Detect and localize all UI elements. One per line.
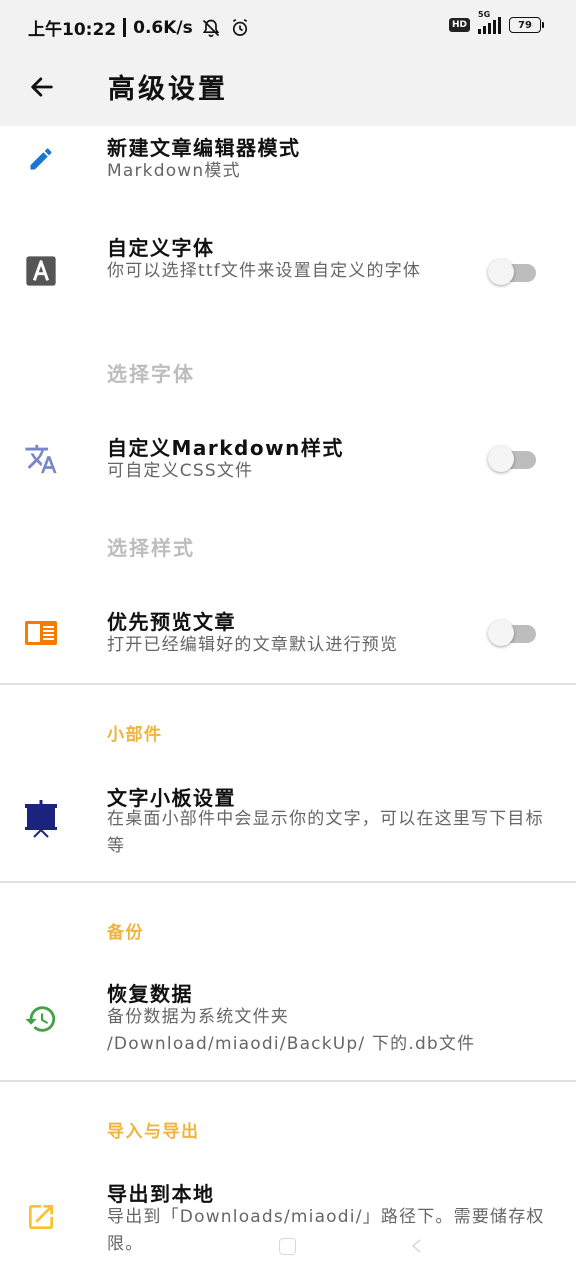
navigation-bar xyxy=(0,1232,576,1260)
translate-icon xyxy=(22,440,60,478)
editor-mode-title: 新建文章编辑器模式 xyxy=(107,136,301,160)
restore-history-icon xyxy=(22,1000,60,1038)
restore-data-title: 恢复数据 xyxy=(107,982,193,1006)
section-header-import-export: 导入与导出 xyxy=(107,1122,200,1142)
presentation-board-icon xyxy=(22,800,60,838)
open-external-icon xyxy=(22,1198,60,1236)
preview-first-title: 优先预览文章 xyxy=(107,610,236,634)
widget-text-item[interactable]: 文字小板设置 在桌面小部件中会显示你的文字，可以在这里写下目标等 xyxy=(0,778,576,868)
status-separator xyxy=(123,18,127,37)
widget-text-summary: 在桌面小部件中会显示你的文字，可以在这里写下目标等 xyxy=(107,809,544,856)
preview-first-item[interactable]: 优先预览文章 打开已经编辑好的文章默认进行预览 xyxy=(0,600,576,670)
section-divider xyxy=(0,683,576,685)
custom-markdown-style-switch[interactable] xyxy=(488,446,536,472)
battery-level: 79 xyxy=(509,17,541,33)
settings-list[interactable]: 新建文章编辑器模式 Markdown模式 自定义字体 你可以选择ttf文件来设置… xyxy=(0,126,576,1280)
mute-bell-icon xyxy=(200,17,222,39)
choose-font-item[interactable]: 选择字体 xyxy=(107,358,195,387)
battery-icon: 79 xyxy=(509,17,544,33)
section-divider xyxy=(0,881,576,883)
custom-markdown-style-title: 自定义Markdown样式 xyxy=(107,436,344,460)
restore-data-summary: 备份数据为系统文件夹 /Download/miaodi/BackUp/ 下的.d… xyxy=(107,1007,476,1054)
status-bar: 上午10:22 0.6K/s HD 5G 79 xyxy=(0,0,576,56)
status-left: 上午10:22 0.6K/s xyxy=(28,15,251,40)
custom-font-switch[interactable] xyxy=(488,259,536,285)
hd-badge: HD xyxy=(448,18,470,32)
custom-markdown-style-item[interactable]: 自定义Markdown样式 可自定义CSS文件 xyxy=(0,426,576,496)
custom-font-item[interactable]: 自定义字体 你可以选择ttf文件来设置自定义的字体 xyxy=(0,226,576,316)
font-a-icon xyxy=(22,252,60,290)
section-header-backup: 备份 xyxy=(107,923,144,943)
custom-font-summary: 你可以选择ttf文件来设置自定义的字体 xyxy=(107,261,422,281)
preview-first-switch[interactable] xyxy=(488,620,536,646)
status-net-speed: 0.6K/s xyxy=(133,17,193,38)
back-arrow-icon[interactable] xyxy=(24,69,60,105)
alarm-clock-icon xyxy=(229,17,251,39)
editor-mode-item[interactable]: 新建文章编辑器模式 Markdown模式 xyxy=(0,126,576,216)
custom-font-title: 自定义字体 xyxy=(107,236,215,260)
choose-style-item[interactable]: 选择样式 xyxy=(107,532,195,561)
nav-back-icon[interactable] xyxy=(410,1238,424,1253)
network-type-label: 5G xyxy=(478,10,491,19)
custom-markdown-style-summary: 可自定义CSS文件 xyxy=(107,461,254,481)
restore-data-item[interactable]: 恢复数据 备份数据为系统文件夹 /Download/miaodi/BackUp/… xyxy=(0,978,576,1068)
status-right: HD 5G 79 xyxy=(448,10,544,34)
preview-first-summary: 打开已经编辑好的文章默认进行预览 xyxy=(107,635,399,655)
status-time: 上午10:22 xyxy=(28,20,117,40)
export-local-title: 导出到本地 xyxy=(107,1182,215,1206)
section-divider xyxy=(0,1080,576,1082)
section-header-widget: 小部件 xyxy=(107,725,163,745)
app-bar: 高级设置 xyxy=(0,56,576,126)
page-title: 高级设置 xyxy=(108,74,228,105)
editor-mode-summary: Markdown模式 xyxy=(107,161,241,181)
pencil-icon xyxy=(22,140,60,178)
home-square-icon[interactable] xyxy=(279,1238,296,1255)
article-preview-icon xyxy=(22,614,60,652)
cellular-signal-icon: 5G xyxy=(478,10,501,34)
